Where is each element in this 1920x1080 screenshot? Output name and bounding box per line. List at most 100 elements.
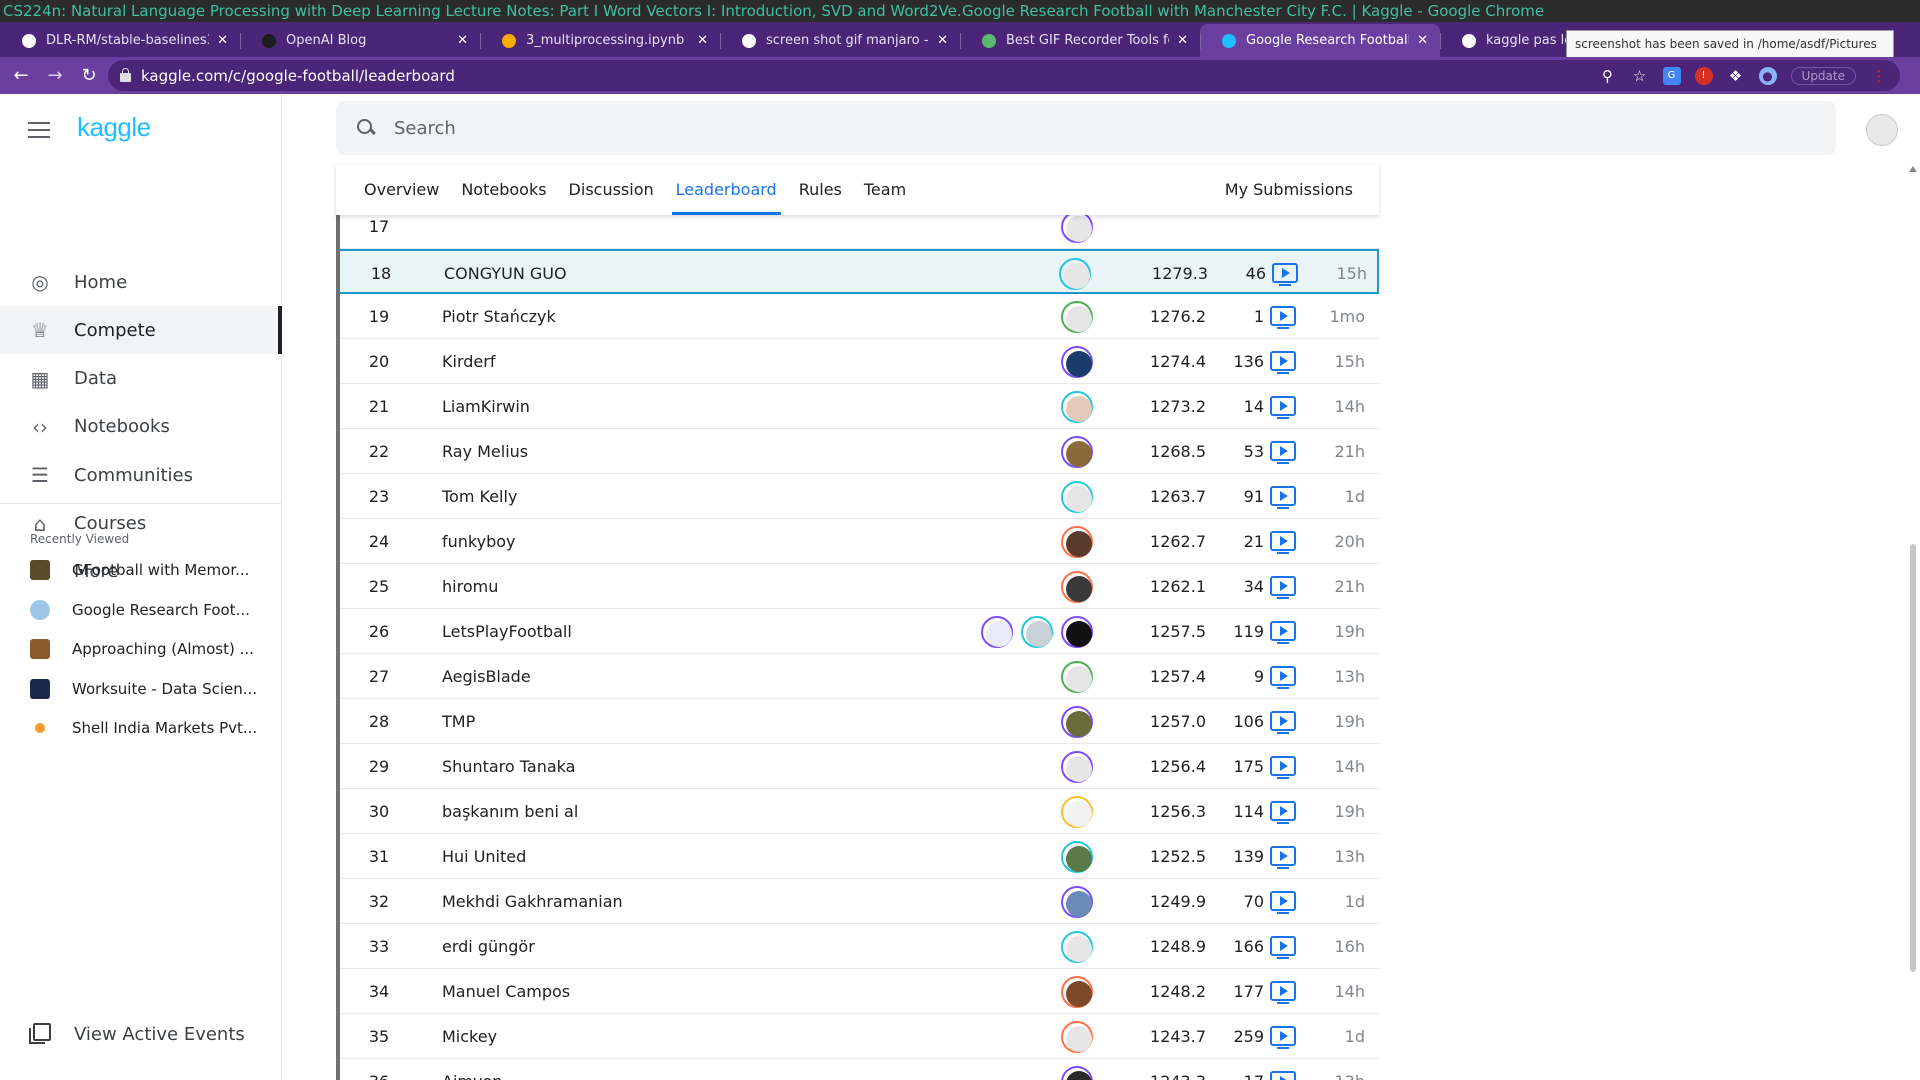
leaderboard-row[interactable]: 25 hiromu 1262.1 34 21h [336, 564, 1379, 609]
team-name[interactable]: Tom Kelly [442, 474, 517, 519]
my-submissions-link[interactable]: My Submissions [1225, 164, 1353, 215]
watch-episode-icon[interactable] [1270, 846, 1296, 869]
watch-episode-icon[interactable] [1270, 936, 1296, 959]
tab-overview[interactable]: Overview [364, 164, 439, 215]
close-tab-icon[interactable]: ✕ [937, 33, 948, 48]
user-avatar[interactable] [1866, 114, 1898, 146]
reload-icon[interactable]: ↻ [76, 63, 102, 89]
scrollbar-thumb[interactable] [1910, 544, 1916, 972]
omnibox[interactable]: kaggle.com/c/google-football/leaderboard… [108, 60, 1900, 91]
recent-item[interactable]: Approaching (Almost) ... [0, 631, 282, 667]
leaderboard-row[interactable]: 29 Shuntaro Tanaka 1256.4 175 14h [336, 744, 1379, 789]
team-name[interactable]: hiromu [442, 564, 498, 609]
recent-item[interactable]: Shell India Markets Pvt... [0, 710, 282, 746]
team-name[interactable]: Hui United [442, 834, 526, 879]
browser-tab[interactable]: Best GIF Recorder Tools for Li ✕ [960, 24, 1200, 57]
recent-item[interactable]: GFootball with Memor... [0, 552, 282, 588]
team-name[interactable]: Aimyon [442, 1059, 502, 1080]
search-input[interactable] [394, 117, 1394, 139]
sidebar-item-data[interactable]: ▦ Data [0, 355, 282, 403]
member-avatar[interactable] [1061, 1066, 1093, 1080]
browser-tab[interactable]: 3_multiprocessing.ipynb - Co ✕ [480, 24, 720, 57]
member-avatar[interactable] [1061, 616, 1093, 648]
leaderboard-row[interactable]: 24 funkyboy 1262.7 21 20h [336, 519, 1379, 564]
watch-episode-icon[interactable] [1270, 351, 1296, 374]
watch-episode-icon[interactable] [1270, 486, 1296, 509]
member-avatar[interactable] [1061, 931, 1093, 963]
member-avatar[interactable] [1061, 391, 1093, 423]
watch-episode-icon[interactable] [1270, 576, 1296, 599]
back-arrow-icon[interactable]: ← [8, 63, 34, 89]
member-avatar[interactable] [1061, 301, 1093, 333]
leaderboard-row[interactable]: 19 Piotr Stańczyk 1276.2 1 1mo [336, 294, 1379, 339]
member-avatar[interactable] [1061, 346, 1093, 378]
watch-episode-icon[interactable] [1270, 756, 1296, 779]
sidebar-item-notebooks[interactable]: ‹› Notebooks [0, 403, 282, 451]
close-tab-icon[interactable]: ✕ [457, 33, 468, 48]
close-tab-icon[interactable]: ✕ [1417, 33, 1428, 48]
hamburger-menu-icon[interactable] [28, 122, 50, 138]
team-name[interactable]: Piotr Stańczyk [442, 294, 556, 339]
watch-episode-icon[interactable] [1270, 306, 1296, 329]
close-tab-icon[interactable]: ✕ [1177, 33, 1188, 48]
watch-episode-icon[interactable] [1270, 711, 1296, 734]
team-name[interactable]: LetsPlayFootball [442, 609, 572, 654]
tab-notebooks[interactable]: Notebooks [461, 164, 546, 215]
watch-episode-icon[interactable] [1270, 531, 1296, 554]
team-name[interactable]: Manuel Campos [442, 969, 570, 1014]
member-avatar[interactable] [1061, 706, 1093, 738]
leaderboard-row[interactable]: 20 Kirderf 1274.4 136 15h [336, 339, 1379, 384]
recent-item[interactable]: Worksuite - Data Scien... [0, 671, 282, 707]
member-avatar[interactable] [1061, 481, 1093, 513]
team-name[interactable]: Ray Melius [442, 429, 528, 474]
leaderboard-row[interactable]: 34 Manuel Campos 1248.2 177 14h [336, 969, 1379, 1014]
sidebar-item-home[interactable]: ◎ Home [0, 258, 282, 306]
leaderboard-row[interactable]: 32 Mekhdi Gakhramanian 1249.9 70 1d [336, 879, 1379, 924]
team-name[interactable]: Mekhdi Gakhramanian [442, 879, 623, 924]
member-avatar[interactable] [1061, 1021, 1093, 1053]
close-tab-icon[interactable]: ✕ [697, 33, 708, 48]
member-avatar[interactable] [1061, 886, 1093, 918]
browser-tab[interactable]: Google Research Football wit ✕ [1200, 24, 1440, 57]
menu-kebab-icon[interactable]: ⋮ [1870, 67, 1888, 85]
translate-extension-icon[interactable]: G [1662, 66, 1681, 85]
member-avatar[interactable] [1061, 976, 1093, 1008]
member-avatar[interactable] [1061, 436, 1093, 468]
bookmark-star-icon[interactable]: ☆ [1631, 67, 1649, 85]
watch-episode-icon[interactable] [1270, 1026, 1296, 1049]
watch-episode-icon[interactable] [1270, 1071, 1296, 1080]
team-name[interactable]: LiamKirwin [442, 384, 530, 429]
member-avatar[interactable] [1021, 616, 1053, 648]
watch-episode-icon[interactable] [1270, 891, 1296, 914]
search-bar[interactable] [336, 101, 1836, 155]
update-button[interactable]: Update [1790, 66, 1856, 85]
team-name[interactable]: Shuntaro Tanaka [442, 744, 575, 789]
recent-item[interactable]: Google Research Foot... [0, 592, 282, 628]
member-avatar[interactable] [981, 616, 1013, 648]
leaderboard-row[interactable]: 30 başkanım beni al 1256.3 114 19h [336, 789, 1379, 834]
member-avatar[interactable] [1061, 796, 1093, 828]
member-avatar[interactable] [1061, 571, 1093, 603]
leaderboard-row[interactable]: 23 Tom Kelly 1263.7 91 1d [336, 474, 1379, 519]
sidebar-item-communities[interactable]: ☰ Communities [0, 451, 282, 499]
watch-episode-icon[interactable] [1270, 396, 1296, 419]
leaderboard-row[interactable]: 35 Mickey 1243.7 259 1d [336, 1014, 1379, 1059]
tab-team[interactable]: Team [864, 164, 906, 215]
watch-episode-icon[interactable] [1270, 621, 1296, 644]
watch-episode-icon[interactable] [1270, 666, 1296, 689]
member-avatar[interactable] [1061, 841, 1093, 873]
leaderboard-row[interactable]: 18 CONGYUN GUO 1279.3 46 15h [336, 249, 1379, 294]
leaderboard-row[interactable]: 26 LetsPlayFootball 1257.5 119 19h [336, 609, 1379, 654]
browser-tab[interactable]: DLR-RM/stable-baselines3: Py ✕ [0, 24, 240, 57]
team-name[interactable]: Mickey [442, 1014, 497, 1059]
leaderboard-row[interactable]: 21 LiamKirwin 1273.2 14 14h [336, 384, 1379, 429]
kaggle-logo[interactable]: kaggle [77, 112, 151, 143]
leaderboard-row[interactable]: 31 Hui United 1252.5 139 13h [336, 834, 1379, 879]
watch-episode-icon[interactable] [1272, 263, 1298, 286]
team-name[interactable]: AegisBlade [442, 654, 531, 699]
member-avatar[interactable] [1061, 661, 1093, 693]
leaderboard-row[interactable]: 27 AegisBlade 1257.4 9 13h [336, 654, 1379, 699]
forward-arrow-icon[interactable]: → [42, 63, 68, 89]
profile-icon[interactable]: ● [1758, 66, 1777, 85]
watch-episode-icon[interactable] [1270, 981, 1296, 1004]
